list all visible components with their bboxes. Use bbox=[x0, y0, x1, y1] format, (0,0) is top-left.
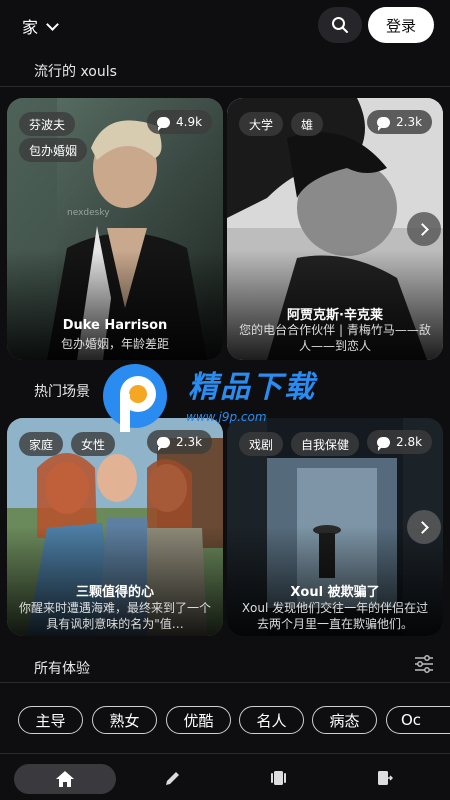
nav-create-button[interactable] bbox=[163, 768, 183, 788]
search-icon bbox=[332, 17, 348, 33]
image-watermark: nexdesky bbox=[67, 208, 110, 218]
comment-count-value: 4.9k bbox=[176, 115, 203, 129]
scene-card-three-hearts[interactable]: 家庭 女性 2.3k 三颗值得的心 你醒来时遭遇海难，最终来到了一个具有讽刺意味… bbox=[7, 418, 223, 636]
nav-home-button[interactable] bbox=[14, 764, 116, 794]
bottom-nav bbox=[0, 753, 450, 800]
chip-oc[interactable]: Oc bbox=[386, 706, 450, 734]
scenes-section-title: 热门场景 bbox=[34, 384, 90, 400]
chip-dominant[interactable]: 主导 bbox=[18, 706, 83, 734]
pencil-icon bbox=[166, 772, 179, 785]
search-button[interactable] bbox=[318, 7, 362, 43]
chip-celebrity[interactable]: 名人 bbox=[239, 706, 304, 734]
scenes-next-button[interactable] bbox=[407, 510, 441, 544]
card-title: 三颗值得的心 bbox=[75, 585, 154, 600]
all-experiences-title: 所有体验 bbox=[34, 661, 90, 677]
comment-count: 2.8k bbox=[367, 430, 433, 454]
comment-count: 2.3k bbox=[367, 110, 433, 134]
watermark-url: www.j9p.com bbox=[186, 410, 267, 424]
divider bbox=[0, 682, 450, 683]
exit-icon bbox=[378, 771, 393, 785]
filter-icon[interactable] bbox=[414, 655, 434, 673]
chip-morbid[interactable]: 病态 bbox=[312, 706, 377, 734]
comment-count: 4.9k bbox=[147, 110, 213, 134]
card-description: Xoul 发现他们交往一年的伴侣在过去两个月里一直在欺骗他们。 bbox=[241, 601, 429, 631]
location-label: 家 bbox=[22, 18, 39, 37]
nav-cards-button[interactable] bbox=[268, 768, 288, 788]
home-icon bbox=[56, 771, 74, 787]
chip-youku[interactable]: 优酷 bbox=[166, 706, 231, 734]
card-title: Xoul 被欺骗了 bbox=[290, 585, 380, 600]
trending-next-button[interactable] bbox=[407, 212, 441, 246]
cards-icon bbox=[271, 771, 286, 785]
comment-count-value: 2.3k bbox=[396, 115, 423, 129]
chevron-right-icon bbox=[415, 520, 429, 534]
location-selector[interactable]: 家 bbox=[22, 14, 59, 38]
divider bbox=[0, 86, 450, 87]
comment-icon bbox=[377, 436, 390, 451]
tag: 家庭 bbox=[19, 432, 64, 456]
login-button[interactable]: 登录 bbox=[368, 7, 434, 43]
comment-count-value: 2.8k bbox=[396, 435, 423, 449]
tag: 雄 bbox=[291, 112, 324, 136]
chip-mature[interactable]: 熟女 bbox=[92, 706, 157, 734]
tag: 包办婚姻 bbox=[19, 138, 88, 162]
chevron-down-icon bbox=[46, 17, 59, 31]
comment-icon bbox=[157, 116, 170, 131]
nav-exit-button[interactable] bbox=[374, 768, 394, 788]
comment-icon bbox=[377, 116, 390, 131]
watermark: 精品下载 www.j9p.com bbox=[100, 358, 360, 438]
watermark-logo bbox=[103, 364, 167, 432]
card-description: 包办婚姻，年龄差距 bbox=[60, 337, 169, 351]
tag: 大学 bbox=[239, 112, 284, 136]
card-title: 阿贾克斯·辛克莱 bbox=[287, 308, 383, 323]
card-title: Duke Harrison bbox=[62, 318, 168, 333]
card-description: 你醒来时遭遇海难，最终来到了一个具有讽刺意味的名为"值… bbox=[19, 601, 212, 631]
watermark-brand: 精品下载 bbox=[188, 370, 316, 405]
tag: 芬波夫 bbox=[19, 112, 76, 136]
trending-section-title: 流行的 xouls bbox=[34, 64, 117, 80]
trending-card-duke-harrison[interactable]: nexdesky 芬波夫 包办婚姻 4.9k Duke Harrison 包办婚… bbox=[7, 98, 223, 360]
top-bar: 家 登录 bbox=[0, 0, 450, 52]
chevron-right-icon bbox=[415, 222, 429, 236]
comment-icon bbox=[157, 436, 170, 451]
card-description: 您的电台合作伙伴 | 青梅竹马——敌人——到恋人 bbox=[239, 323, 431, 353]
